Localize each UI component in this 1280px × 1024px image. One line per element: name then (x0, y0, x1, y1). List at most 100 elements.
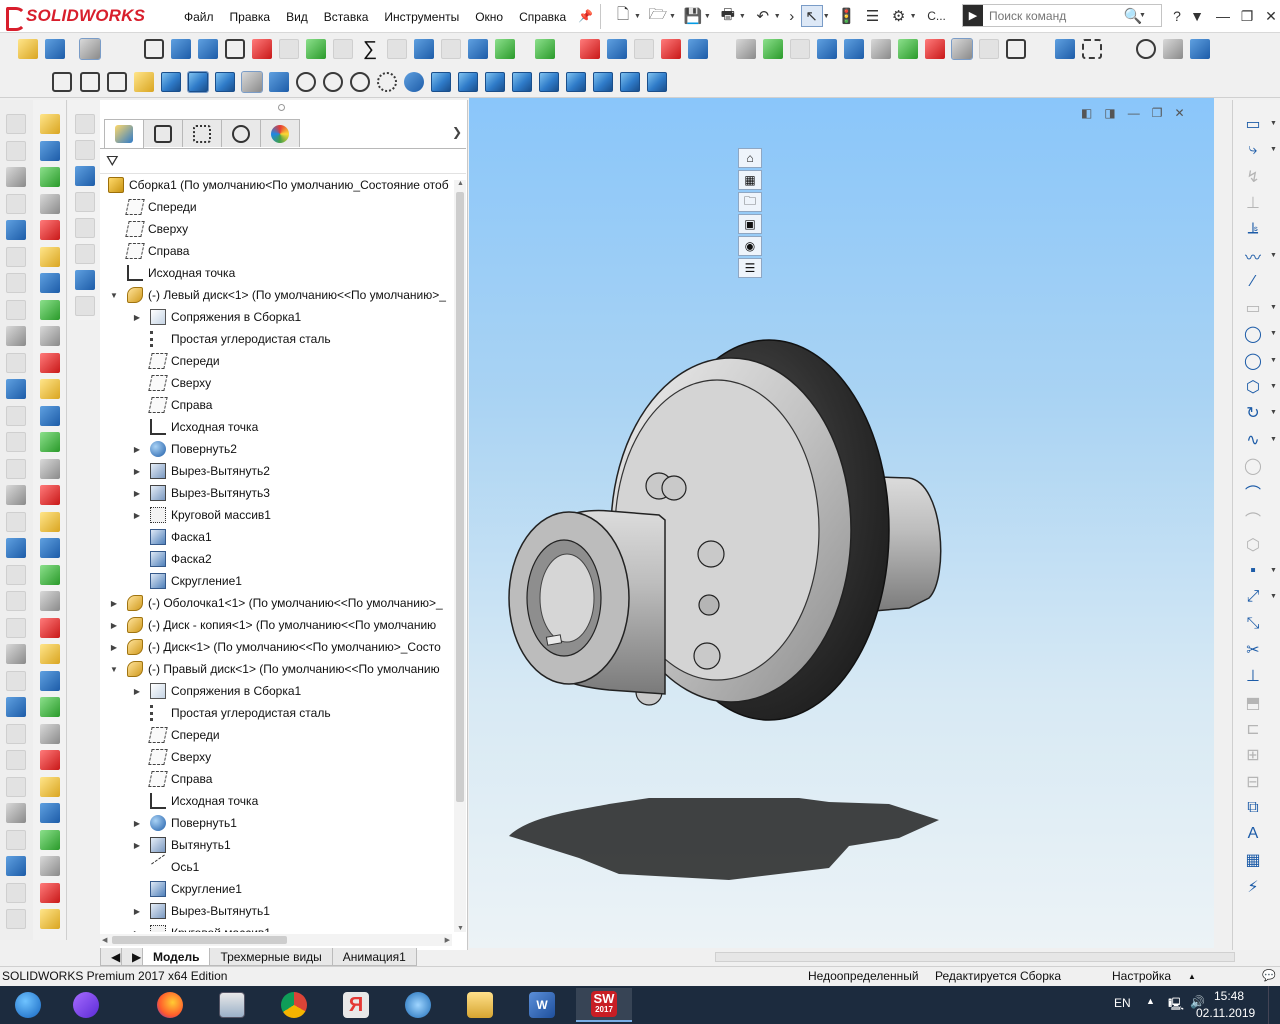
chevron-down-icon[interactable]: ▼ (1270, 120, 1277, 127)
solidworks-logo[interactable]: SOLIDWORKS (4, 3, 145, 31)
move-tool-icon[interactable] (40, 750, 60, 770)
assembly-feature-icon[interactable] (40, 670, 60, 691)
compare-documents-icon[interactable] (414, 39, 434, 59)
polygon-icon[interactable]: ⬡ (1243, 377, 1263, 397)
tree-row[interactable]: Простая углеродистая сталь (100, 702, 452, 724)
tree-row[interactable]: ▶ Повернуть1 (100, 812, 452, 834)
chevron-down-icon[interactable]: ▼ (1270, 357, 1277, 364)
table-icon[interactable]: ▦ (1243, 850, 1263, 870)
chevron-down-icon[interactable]: ▼ (739, 13, 746, 20)
extrude-tool-icon[interactable] (6, 458, 26, 479)
rotate-icon[interactable]: ↻ (1243, 403, 1263, 423)
menu-view[interactable]: Вид (278, 10, 316, 24)
reference-geometry-icon[interactable] (979, 39, 999, 59)
axis-tool-icon[interactable] (1082, 39, 1102, 59)
circle-icon[interactable]: ◯ (1243, 324, 1263, 344)
menu-insert[interactable]: Вставка (316, 10, 377, 24)
tree-row[interactable]: Спереди (100, 196, 452, 218)
tab-scroll-left[interactable]: ◀ (100, 948, 122, 966)
revolve-tool-icon[interactable] (6, 644, 26, 664)
clearance-verification-icon[interactable] (333, 39, 353, 59)
search-input[interactable] (983, 5, 1123, 26)
standard-views-icon[interactable] (52, 72, 72, 92)
tree-row[interactable]: ▶ (-) Оболочка1<1> (По умолчанию<<По умол… (100, 592, 452, 614)
tab-dimxpert[interactable] (221, 119, 261, 147)
chevron-down-icon[interactable]: ▼ (1186, 8, 1208, 24)
sweep-tool-icon[interactable] (6, 670, 26, 691)
taskbar-word[interactable]: W (514, 988, 570, 1022)
minimize-icon[interactable]: — (1212, 8, 1234, 24)
pattern-tool-icon[interactable] (40, 723, 60, 744)
chevron-down-icon[interactable]: ▼ (1139, 12, 1146, 19)
slot-icon[interactable]: ⊏ (1243, 719, 1263, 739)
curvature-icon[interactable] (607, 39, 627, 59)
tree-row[interactable]: ▶ (-) Диск - копия<1> (По умолчанию<<По у… (100, 614, 452, 636)
tree-row[interactable]: Сверху (100, 746, 452, 768)
expand-icon[interactable]: ▶ (109, 621, 119, 630)
hide-show-icon[interactable] (871, 39, 891, 59)
check-in-icon[interactable] (495, 39, 515, 59)
tree-row[interactable]: Фаска2 (100, 548, 452, 570)
geometry-analysis-icon[interactable] (279, 39, 299, 59)
pattern-tool-icon[interactable] (40, 193, 60, 214)
tree-row[interactable]: ▼ (-) Правый диск<1> (По умолчанию<<По ум… (100, 658, 452, 680)
tree-row[interactable]: ▶ Вырез-Вытянуть1 (100, 900, 452, 922)
extrude-tool-icon[interactable] (6, 299, 26, 320)
menu-file[interactable]: Файл (176, 10, 222, 24)
aux-tool-icon[interactable] (75, 218, 95, 238)
move-tool-icon[interactable] (40, 882, 60, 903)
hexagon-icon[interactable]: ⬡ (1243, 535, 1263, 555)
mate-tool-icon[interactable] (40, 299, 60, 320)
taskbar-yandex[interactable]: Я (328, 988, 384, 1022)
expand-icon[interactable]: ▶ (132, 489, 142, 498)
print-icon[interactable]: 🖶 (717, 5, 739, 27)
rendering-icon[interactable] (925, 39, 945, 59)
settings-button[interactable]: Настройка (1112, 969, 1171, 983)
taskbar-kompas[interactable] (390, 988, 446, 1022)
draft-analysis-icon[interactable] (688, 39, 708, 59)
loft-tool-icon[interactable] (6, 856, 26, 876)
sweep-tool-icon[interactable] (6, 511, 26, 532)
sum-icon[interactable]: ∑ (360, 39, 380, 59)
chevron-right-icon[interactable]: ❯ (452, 125, 462, 139)
point-icon[interactable]: ▪ (1243, 561, 1263, 581)
expand-icon[interactable]: ▶ (132, 841, 142, 850)
home-icon[interactable]: ⌂ (738, 148, 762, 168)
expand-icon[interactable]: ▶ (132, 687, 142, 696)
view-front-icon[interactable] (431, 72, 451, 92)
hidden-lines-removed-icon[interactable] (215, 72, 235, 92)
curve-tool-icon[interactable] (75, 270, 95, 290)
scroll-up-icon[interactable]: ▲ (457, 180, 464, 187)
reference-tool-icon[interactable] (75, 244, 95, 264)
view-trimetric-icon[interactable] (620, 72, 640, 92)
chevron-down-icon[interactable]: ▼ (634, 13, 641, 20)
tree-row[interactable]: ▶ Вытянуть1 (100, 834, 452, 856)
zoom-to-area-icon[interactable] (323, 72, 343, 92)
mate-icon[interactable] (898, 39, 918, 59)
tooltip-icon[interactable]: 💬 (1262, 969, 1276, 982)
mate-reference-icon[interactable] (1190, 39, 1210, 59)
expand-icon[interactable]: ▶ (132, 819, 142, 828)
line-icon[interactable]: ∕ (1243, 272, 1263, 292)
mirror-icon[interactable]: ⤡ (1243, 614, 1263, 634)
deviation-analysis-icon[interactable] (634, 39, 654, 59)
mate-tool-icon[interactable] (40, 829, 60, 850)
chevron-down-icon[interactable]: ▼ (669, 13, 676, 20)
extrude-tool-icon[interactable] (6, 776, 26, 797)
pattern-tool-icon[interactable] (40, 591, 60, 611)
fillet-sketch-icon[interactable]: ⌒ (1243, 482, 1263, 503)
tree-row[interactable]: Исходная точка (100, 262, 452, 284)
expand-icon[interactable]: ▶ (132, 467, 142, 476)
move-tool-icon[interactable] (40, 617, 60, 638)
shaded-icon[interactable] (161, 72, 181, 92)
shaded-with-edges-icon[interactable] (187, 71, 209, 93)
tree-row[interactable]: ▶ (-) Диск<1> (По умолчанию<<По умолчанию… (100, 636, 452, 658)
rotate-view-icon[interactable] (404, 72, 424, 92)
tree-row[interactable]: ▼ (-) Левый диск<1> (По умолчанию<<По умо… (100, 284, 452, 306)
tab-feature-tree[interactable] (104, 119, 144, 148)
menu-edit[interactable]: Правка (222, 10, 279, 24)
center-of-mass-icon[interactable] (1163, 39, 1183, 59)
tree-row[interactable]: Сверху (100, 372, 452, 394)
undo-icon[interactable]: ↶ (752, 5, 774, 27)
start-button[interactable] (0, 988, 56, 1022)
